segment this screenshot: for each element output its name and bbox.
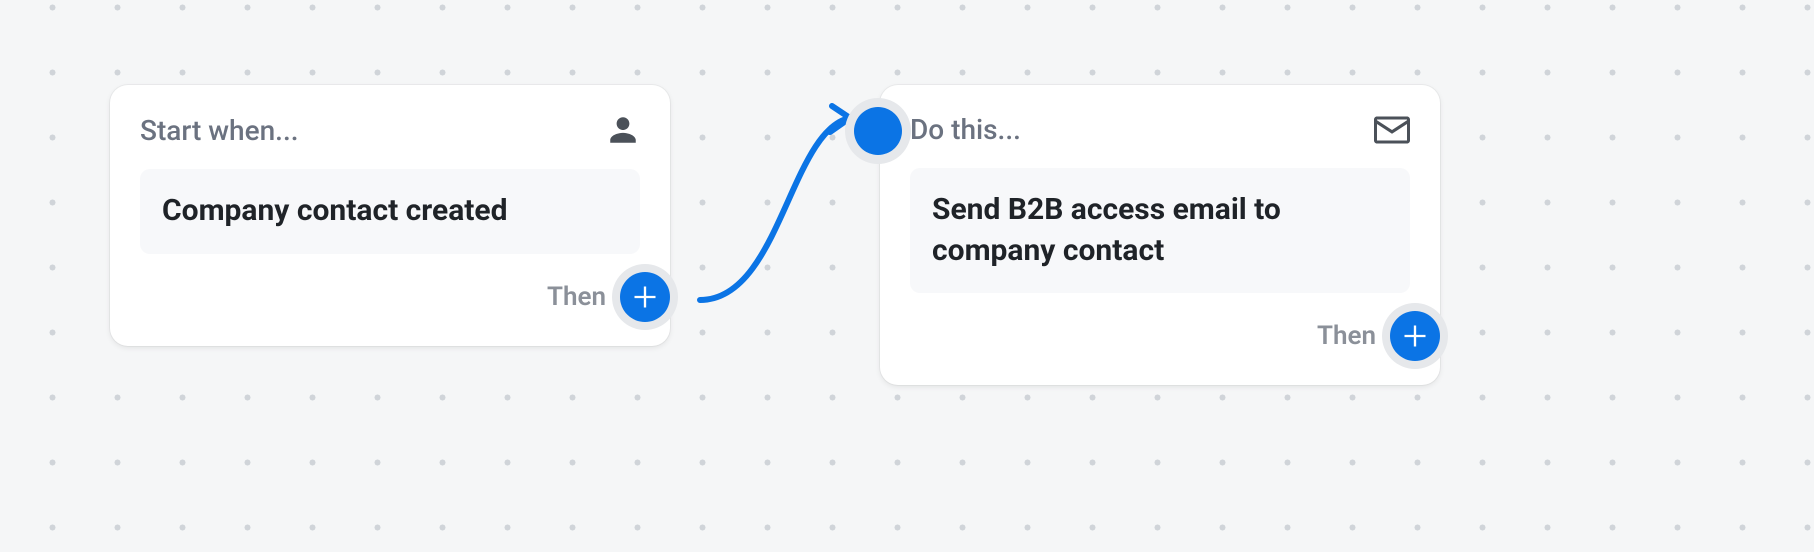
plus-icon (631, 283, 659, 311)
action-header-label: Do this... (910, 113, 1021, 146)
trigger-add-step-button[interactable] (620, 272, 670, 322)
person-icon (606, 113, 640, 147)
plus-icon (1401, 322, 1429, 350)
action-body[interactable]: Send B2B access email to company contact (910, 168, 1410, 293)
trigger-card-header: Start when... (140, 113, 640, 147)
trigger-card-footer: Then (140, 272, 640, 322)
trigger-card[interactable]: Start when... Company contact created Th… (110, 85, 670, 346)
action-card[interactable]: Do this... Send B2B access email to comp… (880, 85, 1440, 385)
action-card-header: Do this... (910, 113, 1410, 146)
trigger-then-label: Then (547, 282, 606, 312)
mail-icon (1374, 116, 1410, 144)
workflow-canvas[interactable]: Start when... Company contact created Th… (0, 0, 1814, 552)
trigger-header-label: Start when... (140, 114, 299, 147)
action-card-footer: Then (910, 311, 1410, 361)
action-then-label: Then (1317, 321, 1376, 351)
trigger-body[interactable]: Company contact created (140, 169, 640, 254)
action-entry-node[interactable] (854, 107, 902, 155)
action-add-step-button[interactable] (1390, 311, 1440, 361)
